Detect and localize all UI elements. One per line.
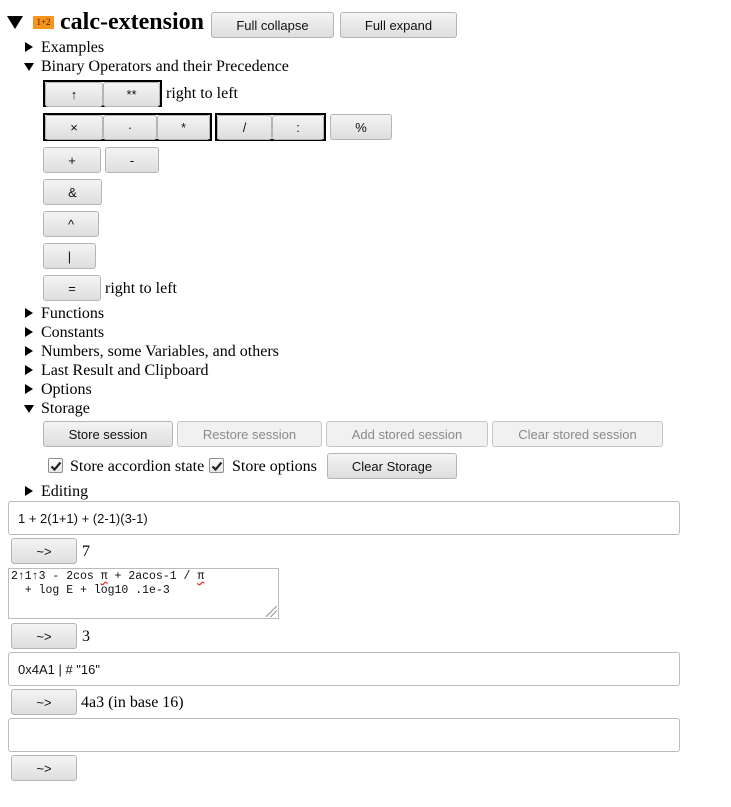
expand-arrow-icon[interactable]	[25, 486, 33, 496]
expand-arrow-icon[interactable]	[25, 365, 33, 375]
add-stored-session-button[interactable]: Add stored session	[326, 421, 488, 447]
assign-associativity-note: right to left	[105, 280, 177, 297]
logo-text: 1+2	[36, 17, 51, 27]
collapse-arrow-icon[interactable]	[24, 405, 34, 413]
divide-operators-group: / :	[215, 113, 326, 141]
multiply-operators-group: × · *	[43, 113, 212, 141]
section-constants-label[interactable]: Constants	[41, 323, 104, 342]
result-text: 7	[82, 543, 90, 560]
expression-textarea[interactable]: 2↑1↑3 - 2cos π + 2acos-1 / π + log E + l…	[8, 568, 279, 619]
result-text: 4a3 (in base 16)	[81, 694, 184, 711]
calc-logo-icon: 1+2	[33, 16, 54, 29]
resize-handle-icon[interactable]	[266, 606, 277, 617]
full-collapse-button[interactable]: Full collapse	[211, 12, 334, 38]
expression-input[interactable]: 1 + 2(1+1) + (2-1)(3-1)	[8, 501, 680, 535]
store-accordion-state-label[interactable]: Store accordion state	[70, 457, 204, 476]
evaluate-button[interactable]: ~>	[11, 623, 77, 649]
store-options-label[interactable]: Store options	[232, 457, 317, 476]
store-accordion-state-checkbox[interactable]	[48, 458, 63, 473]
expression-line-2: + log E + log10 .1e-3	[11, 584, 170, 597]
expression-line-1: 2↑1↑3 - 2cos π + 2acos-1 / π	[11, 570, 205, 583]
operator-button-times[interactable]: ×	[45, 115, 103, 140]
section-numbers-label[interactable]: Numbers, some Variables, and others	[41, 342, 279, 361]
operator-button-star[interactable]: *	[157, 115, 210, 140]
expand-arrow-icon[interactable]	[25, 327, 33, 337]
evaluate-button[interactable]: ~>	[11, 689, 77, 715]
result-text: 3	[82, 628, 90, 645]
store-options-checkbox[interactable]	[209, 458, 224, 473]
operator-button-plus[interactable]: +	[43, 147, 101, 173]
operator-button-equals[interactable]: =	[43, 275, 101, 301]
operator-button-slash[interactable]: /	[217, 115, 272, 140]
operator-button-double-star[interactable]: **	[103, 82, 160, 107]
full-expand-button[interactable]: Full expand	[340, 12, 457, 38]
operator-button-middle-dot[interactable]: ·	[103, 115, 157, 140]
checkmark-icon	[211, 461, 222, 471]
power-operators-group: ↑ **	[43, 80, 162, 107]
expand-arrow-icon[interactable]	[25, 346, 33, 356]
section-binary-operators-label[interactable]: Binary Operators and their Precedence	[41, 57, 289, 76]
section-storage-label[interactable]: Storage	[41, 399, 90, 418]
collapse-arrow-icon[interactable]	[24, 63, 34, 71]
power-associativity-note: right to left	[166, 85, 238, 102]
section-functions-label[interactable]: Functions	[41, 304, 104, 323]
operator-button-colon[interactable]: :	[272, 115, 324, 140]
section-last-result-label[interactable]: Last Result and Clipboard	[41, 361, 209, 380]
expression-input[interactable]: 0x4A1 | # "16"	[8, 652, 680, 686]
section-options-label[interactable]: Options	[41, 380, 92, 399]
operator-button-percent[interactable]: %	[330, 114, 392, 140]
checkmark-icon	[50, 461, 61, 471]
operator-button-ampersand[interactable]: &	[43, 179, 102, 205]
operator-button-up-arrow[interactable]: ↑	[45, 82, 103, 107]
evaluate-button[interactable]: ~>	[11, 538, 77, 564]
expression-input[interactable]	[8, 718, 680, 752]
evaluate-button[interactable]: ~>	[11, 755, 77, 781]
operator-button-caret[interactable]: ^	[43, 211, 99, 237]
clear-stored-session-button[interactable]: Clear stored session	[492, 421, 663, 447]
clear-storage-button[interactable]: Clear Storage	[327, 453, 457, 479]
app-title: calc-extension	[60, 9, 204, 35]
expand-arrow-icon[interactable]	[25, 308, 33, 318]
section-examples-label[interactable]: Examples	[41, 38, 104, 57]
operator-button-minus[interactable]: -	[105, 147, 159, 173]
expand-arrow-icon[interactable]	[25, 384, 33, 394]
section-editing-label[interactable]: Editing	[41, 482, 88, 501]
store-session-button[interactable]: Store session	[43, 421, 173, 447]
restore-session-button[interactable]: Restore session	[177, 421, 322, 447]
operator-button-pipe[interactable]: |	[43, 243, 96, 269]
expand-arrow-icon[interactable]	[25, 42, 33, 52]
collapse-all-toggle-icon[interactable]	[7, 16, 23, 29]
